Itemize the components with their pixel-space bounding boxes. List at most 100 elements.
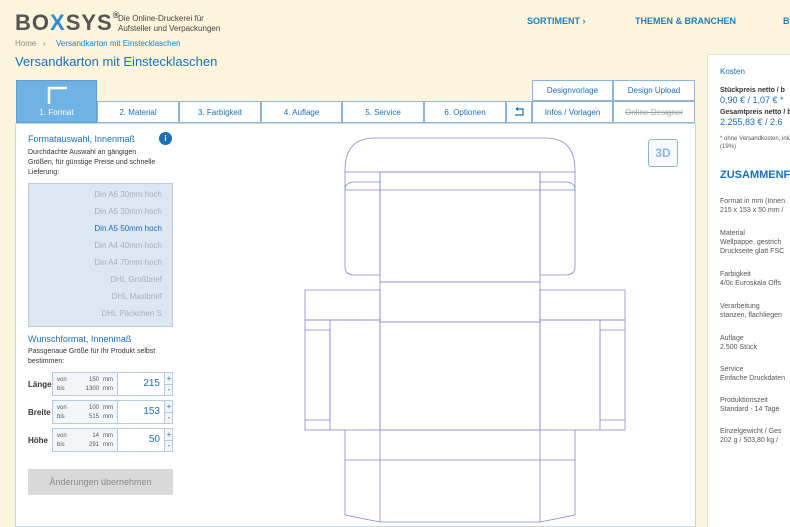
format-option[interactable]: Din A4 40mm hoch bbox=[94, 241, 162, 250]
hoehe-max: 291 bbox=[88, 442, 99, 448]
nav-themen-branchen[interactable]: THEMEN & BRANCHEN bbox=[635, 16, 736, 26]
format-icon bbox=[47, 86, 67, 104]
price-note-vat: (19%) bbox=[720, 144, 737, 150]
summary-material-label: Material bbox=[720, 230, 745, 237]
hoehe-label: Höhe bbox=[28, 436, 48, 445]
breadcrumb-current[interactable]: Versandkarton mit Einstecklaschen bbox=[56, 39, 181, 48]
breite-min: 100 bbox=[88, 405, 99, 411]
designvorlage-button[interactable]: Designvorlage bbox=[532, 80, 613, 101]
breite-range-von-label: von bbox=[57, 405, 67, 411]
laenge-value: 215 bbox=[143, 378, 160, 389]
breite-input[interactable]: 153 bbox=[117, 401, 164, 423]
summary-farbigkeit-value: 4/0c Euroskala Offs bbox=[720, 280, 781, 287]
format-section-title: Formatauswahl, Innenmaß bbox=[28, 134, 136, 144]
hoehe-input[interactable]: 50 bbox=[117, 429, 164, 451]
format-desc-line: Lieferung: bbox=[28, 169, 60, 176]
info-icon[interactable]: i bbox=[159, 132, 172, 145]
summary-service-value: Einfache Druckdaten bbox=[720, 375, 785, 382]
laenge-unit: mm bbox=[103, 377, 113, 383]
format-desc-line: Durchdachte Auswahl an gängigen bbox=[28, 149, 137, 156]
format-section-desc: Durchdachte Auswahl an gängigen Größen, … bbox=[28, 148, 178, 178]
format-option[interactable]: Din A6 30mm hoch bbox=[94, 190, 162, 199]
hoehe-field: von bis 14 291 mm mm 50 + - bbox=[52, 428, 173, 452]
summary-verarbeitung-value: stanzen, flachliegen bbox=[720, 312, 782, 319]
nav-more[interactable]: B bbox=[783, 16, 790, 26]
3d-view-button[interactable]: 3D bbox=[648, 139, 678, 167]
summary-verarbeitung-label: Verarbeitung bbox=[720, 303, 760, 310]
tab-farbigkeit[interactable]: 3. Farbigkeit bbox=[179, 101, 261, 123]
format-option[interactable]: DHL Päckchen S bbox=[101, 309, 162, 318]
tab-material[interactable]: 2. Material bbox=[97, 101, 179, 123]
breite-unit: mm bbox=[103, 405, 113, 411]
summary-farbigkeit-label: Farbigkeit bbox=[720, 271, 751, 278]
tab-format[interactable]: 1. Format bbox=[16, 80, 97, 123]
hoehe-range-von-label: von bbox=[57, 433, 67, 439]
undo-icon bbox=[515, 107, 524, 116]
dieline-preview bbox=[304, 137, 626, 523]
tab-format-label: 1. Format bbox=[39, 108, 74, 117]
summary-produktionszeit-label: Produktionszeit bbox=[720, 397, 768, 404]
breite-unit: mm bbox=[103, 414, 113, 420]
format-option-selected[interactable]: Din A5 50mm hoch bbox=[94, 224, 162, 233]
hoehe-minus-button[interactable]: - bbox=[164, 440, 173, 451]
breite-label: Breite bbox=[28, 408, 51, 417]
undo-button[interactable] bbox=[506, 101, 532, 123]
breite-value: 153 bbox=[143, 406, 160, 417]
format-option[interactable]: DHL Großbrief bbox=[110, 275, 162, 284]
logo-text-x: X bbox=[50, 10, 66, 35]
hoehe-range-bis-label: bis bbox=[57, 442, 65, 448]
hoehe-unit: mm bbox=[103, 433, 113, 439]
breite-plus-button[interactable]: + bbox=[164, 401, 173, 412]
tab-online-designer[interactable]: Online-Designer bbox=[613, 101, 695, 123]
format-option[interactable]: Din A4 70mm hoch bbox=[94, 258, 162, 267]
tagline-line-1: Die Online-Druckerei für bbox=[118, 14, 204, 23]
nav-sortiment[interactable]: SORTIMENT › bbox=[527, 16, 586, 26]
laenge-plus-button[interactable]: + bbox=[164, 373, 173, 384]
custom-section-desc: Passgenaue Größe für Ihr Produkt selbst … bbox=[28, 347, 178, 367]
summary-auflage-label: Auflage bbox=[720, 335, 744, 342]
format-list: Din A6 30mm hoch Din A5 30mm hoch Din A5… bbox=[28, 183, 173, 327]
hoehe-min: 14 bbox=[92, 433, 99, 439]
summary-service-label: Service bbox=[720, 366, 744, 373]
total-price-value: 2.255,83 € / 2.6 bbox=[720, 117, 783, 127]
summary-auflage-value: 2.500 Stück bbox=[720, 344, 757, 351]
summary-material-value: Wellpappe, gestrich bbox=[720, 239, 782, 246]
custom-desc-line: bestimmen: bbox=[28, 358, 65, 365]
breite-field: von bis 100 515 mm mm 153 + - bbox=[52, 400, 173, 424]
format-desc-line: Größen, für günstige Preise und schnelle bbox=[28, 159, 156, 166]
summary-format-label: Format in mm (Innen bbox=[720, 198, 785, 205]
laenge-unit: mm bbox=[103, 386, 113, 392]
hoehe-unit: mm bbox=[103, 442, 113, 448]
custom-section-title: Wunschformat, Innenmaß bbox=[28, 334, 132, 344]
tab-infos-vorlagen[interactable]: Infos / Vorlagen bbox=[532, 101, 613, 123]
boxsys-logo[interactable]: BOXSYS® bbox=[15, 10, 120, 36]
tab-optionen[interactable]: 6. Optionen bbox=[424, 101, 506, 123]
hoehe-value: 50 bbox=[148, 434, 160, 445]
breadcrumb-separator: › bbox=[43, 39, 46, 48]
cost-title: Kosten bbox=[720, 67, 745, 76]
total-price-label: Gesamtpreis netto / b bbox=[720, 109, 790, 116]
unit-price-label: Stückpreis netto / b bbox=[720, 87, 785, 94]
summary-title: ZUSAMMENF bbox=[720, 169, 790, 181]
laenge-min: 150 bbox=[88, 377, 99, 383]
tab-service[interactable]: 5. Service bbox=[342, 101, 424, 123]
custom-desc-line: Passgenaue Größe für Ihr Produkt selbst bbox=[28, 348, 156, 355]
format-option[interactable]: Din A5 30mm hoch bbox=[94, 207, 162, 216]
laenge-input[interactable]: 215 bbox=[117, 373, 164, 395]
breadcrumb-home[interactable]: Home bbox=[15, 39, 36, 48]
tab-auflage[interactable]: 4. Auflage bbox=[261, 101, 342, 123]
apply-changes-button[interactable]: Änderungen übernehmen bbox=[28, 469, 173, 495]
page-title: Versandkarton mit Einstecklaschen bbox=[15, 54, 218, 69]
summary-produktionszeit-value: Standard - 14 Tage bbox=[720, 406, 780, 413]
tagline-line-2: Aufsteller und Verpackungen bbox=[118, 24, 221, 33]
design-upload-button[interactable]: Design Upload bbox=[613, 80, 695, 101]
cost-panel: Kosten Stückpreis netto / b 0,90 € / 1,0… bbox=[707, 54, 790, 527]
hoehe-plus-button[interactable]: + bbox=[164, 429, 173, 440]
logo-text-right: SYS bbox=[65, 10, 113, 35]
format-option[interactable]: DHL Maxibrief bbox=[112, 292, 162, 301]
laenge-range-von-label: von bbox=[57, 377, 67, 383]
laenge-minus-button[interactable]: - bbox=[164, 384, 173, 395]
summary-gewicht-label: Einzelgewicht / Ges bbox=[720, 428, 782, 435]
laenge-max: 1300 bbox=[85, 386, 99, 392]
breite-minus-button[interactable]: - bbox=[164, 412, 173, 423]
